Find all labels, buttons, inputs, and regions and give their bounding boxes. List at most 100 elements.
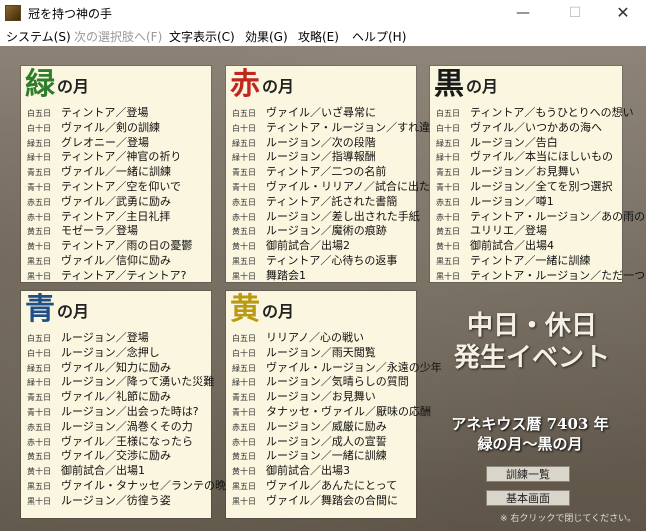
month-suffix: の月 — [262, 77, 295, 96]
title-bar: 冠を持つ神の手 — ☐ ✕ — [0, 0, 646, 26]
event-row: 黄五日 ヴァイル／交渉に励み — [27, 447, 237, 462]
panel-header: 黒の月 — [434, 68, 498, 102]
event-list: 白五日 リリアノ／心の戦い 白十日 ルージョン／雨天閲覧 緑五日 ヴァイル・ルージョン… — [232, 329, 442, 507]
event-row: 黒五日 ティントア／一緒に訓練 — [436, 252, 646, 267]
menu-system[interactable]: システム(S) — [6, 28, 71, 45]
month-kanji: 青 — [25, 292, 55, 327]
event-row: 黄五日 ユリリエ／登場 — [436, 222, 646, 237]
event-title: タナッセ・ヴァイル／厭味の応酬 — [266, 404, 431, 418]
event-title: ティントア／登場 — [61, 106, 149, 119]
event-title: ヴァイル／交渉に励み — [61, 449, 171, 463]
event-row: 白十日 ヴァイル／いつかあの海へ — [436, 119, 646, 134]
event-title: ヴァイル／武勇に励み — [61, 194, 171, 208]
calendar-year: アネキウス暦 7403 年 — [451, 415, 609, 433]
event-row: 青十日 ルージョン／全てを別つ選択 — [436, 178, 646, 193]
event-row: 青五日 ヴァイル／礼節に励み — [27, 388, 237, 403]
event-row: 白十日 ティントア・ルージョン／すれ違い — [232, 119, 441, 134]
event-row: 黄十日 御前試合／出場2 — [232, 237, 441, 252]
menu-walkthrough[interactable]: 攻略(E) — [298, 28, 339, 45]
panel-red-month: 赤の月 白五日 ヴァイル／いざ尋常に 白十日 ティントア・ルージョン／すれ違い 緑五… — [226, 66, 441, 282]
event-title: ヴァイル／剣の訓練 — [61, 120, 160, 134]
event-title: ルージョン／念押し — [61, 345, 160, 359]
event-title: ルージョン／気晴らしの質問 — [266, 375, 409, 389]
event-row: 赤五日 ヴァイル／武勇に励み — [27, 193, 192, 208]
month-kanji: 赤 — [230, 67, 260, 102]
panel-header: 青の月 — [25, 293, 89, 327]
panel-header: 緑の月 — [25, 68, 89, 102]
panel-blue-month: 青の月 白五日 ルージョン／登場 白十日 ルージョン／念押し 緑五日 ヴァイル／知力に… — [21, 291, 237, 518]
event-row: 黒五日 ヴァイル／あんたにとって — [232, 477, 442, 492]
event-row: 赤十日 ティントア・ルージョン／あの雨の日 — [436, 208, 646, 223]
event-row: 青五日 ヴァイル／一緒に訓練 — [27, 163, 192, 178]
event-row: 緑五日 ルージョン／告白 — [436, 134, 646, 149]
menu-help[interactable]: ヘルプ(H) — [352, 28, 406, 45]
event-row: 黄十日 御前試合／出場4 — [436, 237, 646, 252]
event-title: ルージョン／噂1 — [470, 194, 554, 208]
event-row: 赤十日 ヴァイル／王様になったら — [27, 433, 237, 448]
panel-header: 黄の月 — [230, 293, 294, 327]
event-row: 白十日 ルージョン／雨天閲覧 — [232, 344, 442, 359]
event-row: 緑五日 ルージョン／次の段階 — [232, 134, 441, 149]
event-row: 黒十日 ヴァイル／舞踏会の合間に — [232, 492, 442, 507]
event-title: ティントア／主日礼拝 — [61, 209, 171, 223]
event-title: ルージョン／登場 — [61, 331, 149, 344]
event-row: 緑十日 ルージョン／指導報酬 — [232, 148, 441, 163]
month-kanji: 黄 — [230, 292, 260, 327]
basic-screen-button[interactable]: 基本画面 — [486, 490, 570, 506]
menu-next-choice[interactable]: 次の選択肢へ(F) — [74, 28, 162, 45]
maximize-button[interactable]: ☐ — [552, 0, 598, 26]
event-row: 緑十日 ティントア／神官の祈り — [27, 148, 192, 163]
minimize-button[interactable]: — — [500, 0, 546, 26]
event-title: ルージョン／次の段階 — [266, 135, 376, 149]
event-title: ヴァイル／王様になったら — [61, 434, 193, 448]
event-row: 緑十日 ルージョン／気晴らしの質問 — [232, 373, 442, 388]
event-title: ティントア／神官の祈り — [61, 150, 182, 164]
event-title: ルージョン／彷徨う姿 — [61, 493, 171, 507]
menu-effects[interactable]: 効果(G) — [245, 28, 288, 45]
event-row: 赤十日 ティントア／主日礼拝 — [27, 208, 192, 223]
event-row: 青十日 タナッセ・ヴァイル／厭味の応酬 — [232, 403, 442, 418]
training-list-button[interactable]: 訓練一覧 — [486, 466, 570, 482]
event-row: 緑五日 ヴァイル／知力に励み — [27, 359, 237, 374]
event-title: ヴァイル・ルージョン／永遠の少年 — [266, 360, 442, 374]
event-title: ティントア／空を仰いで — [61, 179, 182, 193]
event-row: 黒十日 ティントア／ティントア? — [27, 267, 192, 282]
event-title: ヴァイル／本当にほしいもの — [470, 150, 613, 164]
event-title: ルージョン／差し出された手紙 — [266, 209, 420, 223]
event-row: 赤十日 ルージョン／差し出された手紙 — [232, 208, 441, 223]
event-row: 黒五日 ティントア／心待ちの返事 — [232, 252, 441, 267]
event-row: 黄五日 ルージョン／魔術の痕跡 — [232, 222, 441, 237]
event-title: ティントア／二つの名前 — [266, 165, 387, 179]
menu-text-display[interactable]: 文字表示(C) — [169, 28, 235, 45]
event-row: 黒十日ティントア・ルージョン／ただ一つの期待 — [436, 267, 646, 282]
game-screen[interactable]: 緑の月 白五日 ティントア／登場 白十日 ヴァイル／剣の訓練 緑五日 グレオニー／登場… — [0, 46, 646, 531]
close-button[interactable]: ✕ — [600, 0, 646, 26]
event-title: ルージョン／威厳に励み — [266, 419, 387, 433]
event-list: 白五日 ティントア／もうひとりへの想い 白十日 ヴァイル／いつかあの海へ 緑五日 ルー… — [436, 104, 646, 282]
event-title: ティントア／雨の日の憂鬱 — [61, 239, 193, 253]
event-row: 青十日 ヴァイル・リリアノ／試合に出たい — [232, 178, 441, 193]
event-title: ティントア／もうひとりへの想い — [470, 106, 634, 119]
event-row: 黄五日 モゼーラ／登場 — [27, 222, 192, 237]
event-row: 黄十日 ティントア／雨の日の憂鬱 — [27, 237, 192, 252]
event-title: ヴァイル／いざ尋常に — [266, 106, 376, 119]
event-title: ヴァイル・タナッセ／ランテの晩餐 — [61, 478, 237, 492]
event-title: ルージョン／雨天閲覧 — [266, 345, 376, 359]
panel-green-month: 緑の月 白五日 ティントア／登場 白十日 ヴァイル／剣の訓練 緑五日 グレオニー／登場… — [21, 66, 211, 282]
event-row: 黒五日 ヴァイル／信仰に励み — [27, 252, 192, 267]
event-title: ティントア・ルージョン／すれ違い — [266, 120, 442, 134]
event-row: 緑五日 ヴァイル・ルージョン／永遠の少年 — [232, 359, 442, 374]
event-title: ティントア／託された書簡 — [266, 194, 398, 208]
event-title: ルージョン／告白 — [470, 135, 558, 149]
event-row: 黒十日 舞踏会1 — [232, 267, 441, 282]
calendar-range: アネキウス暦 7403 年 緑の月～黒の月 — [426, 414, 634, 454]
event-title: ルージョン／一緒に訓練 — [266, 449, 387, 463]
event-row: 青五日 ティントア／二つの名前 — [232, 163, 441, 178]
event-title: 舞踏会1 — [266, 268, 306, 282]
event-title: ティントア／心待ちの返事 — [266, 253, 398, 267]
event-date: 黒十日 — [436, 271, 460, 281]
event-title: 御前試合／出場1 — [61, 464, 145, 478]
event-title: ヴァイル／一緒に訓練 — [61, 165, 171, 179]
event-title: ヴァイル／礼節に励み — [61, 390, 171, 404]
event-title: ユリリエ／登場 — [470, 224, 547, 238]
